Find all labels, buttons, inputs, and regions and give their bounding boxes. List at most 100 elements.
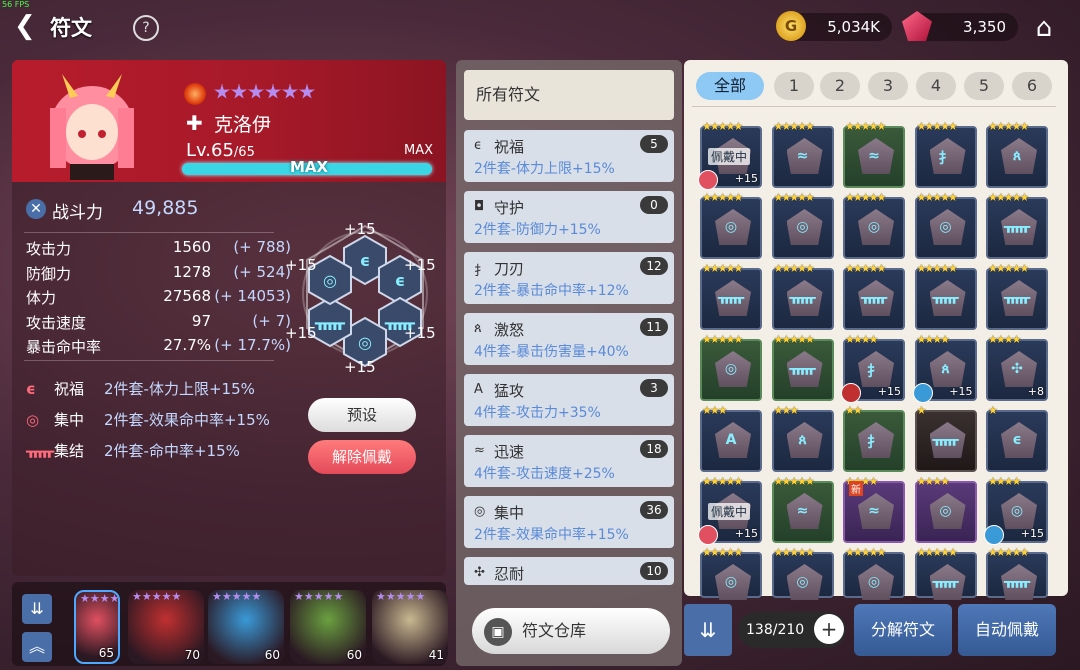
rune-item[interactable]: ★★★★★ ≈ (771, 120, 834, 188)
rune-set-item[interactable]: ◎ 集中 36 2件套-效果命中率+15% (464, 496, 674, 548)
rune-stars: ★★★★★ (702, 191, 743, 204)
rune-item[interactable]: ★★★ A (700, 404, 762, 472)
rune-item[interactable]: ★★★★★ 佩戴中 +15 (698, 120, 762, 190)
rune-item[interactable]: ★★★★ ጰ +15 (912, 333, 977, 403)
filter-tab-grade-6[interactable]: 6 (1012, 72, 1052, 100)
rune-item[interactable]: ★★★★★ ᚅ (771, 262, 834, 330)
rune-set-item[interactable]: ϵ 祝福 5 2件套-体力上限+15% (464, 130, 674, 182)
set-desc: 2件套-效果命中率+15% (474, 527, 629, 543)
rune-item[interactable]: ★★★★★ ᚅ (986, 546, 1048, 600)
rune-item[interactable]: ★★★★ ✣ +8 (986, 333, 1048, 401)
rune-item[interactable]: ★★ 扌 (843, 404, 905, 472)
rune-item[interactable]: ★★★★★ ጰ (986, 120, 1048, 188)
rune-item[interactable]: ★★★★★ ◎ (914, 191, 977, 259)
rune-item[interactable]: ★★★★★ ◎ (843, 191, 905, 259)
rune-item[interactable]: ★★★★★ ᚅ (914, 546, 977, 600)
roster-hero-slot[interactable]: ★★★★★ 70 (128, 590, 204, 664)
rune-item[interactable]: ★★★★★ ◎ (700, 333, 762, 401)
level-value: Lv.65 (186, 140, 234, 161)
rune-item[interactable]: ★★★★★ ᚅ (986, 191, 1048, 259)
sort-icon[interactable]: ⇊ (684, 604, 732, 656)
rune-item[interactable]: ★ ϵ (986, 404, 1048, 472)
set-icon: ϵ (26, 380, 36, 398)
rune-item[interactable]: ★★★★ ◎ (914, 475, 977, 543)
ruby-gem-icon (902, 11, 932, 41)
home-icon[interactable]: ⌂ (1028, 12, 1060, 44)
hero-name: 克洛伊 (214, 114, 272, 136)
filter-tab-grade-2[interactable]: 2 (820, 72, 860, 100)
filter-tab-grade-5[interactable]: 5 (964, 72, 1004, 100)
auto-equip-button[interactable]: 自动佩戴 (958, 604, 1056, 656)
preset-button[interactable]: 预设 (308, 398, 416, 432)
set-count: 5 (640, 135, 668, 153)
rune-glyph-icon: ᚅ (932, 290, 959, 306)
set-count: 11 (640, 318, 668, 336)
rune-item[interactable]: ★ ᚅ (914, 404, 977, 472)
stat-value: 1278 (172, 262, 211, 281)
rune-item[interactable]: ★★★★★ ◎ (771, 191, 834, 259)
fps-counter: 56 FPS (2, 0, 30, 9)
filter-tab-all[interactable]: 全部 (696, 72, 764, 100)
rune-item[interactable]: ★★★★★ ≈ (771, 475, 834, 543)
rune-set-item[interactable]: ✣ 忍耐 10 (464, 557, 674, 585)
rune-stars: ★★★ (702, 404, 728, 417)
slot-plus-4: +15 (344, 358, 376, 376)
rune-glyph-icon: ◎ (724, 361, 738, 377)
rune-set-item[interactable]: 扌刀刃 12 2件套-暴击命中率+12% (464, 252, 674, 304)
rune-item[interactable]: ★★★★ 扌 +15 (841, 333, 905, 403)
rune-item[interactable]: ★★★★★ ᚅ (843, 262, 905, 330)
owner-avatar (984, 525, 1004, 545)
rune-item[interactable]: ★★★★★ 佩戴中 +15 (698, 475, 762, 545)
rune-set-item[interactable]: ◘ 守护 0 2件套-防御力+15% (464, 191, 674, 243)
rune-stars: ★★★ (773, 404, 800, 417)
roster-hero-slot[interactable]: ★★★★★ 65 (74, 590, 120, 664)
hero-level: Lv.65/65 (186, 140, 255, 161)
roster-hero-slot[interactable]: ★★★★★ 60 (290, 590, 366, 664)
rune-item[interactable]: ★★★★★ 扌 (914, 120, 977, 188)
level-max: /65 (233, 145, 255, 160)
hero-level: 70 (184, 648, 200, 662)
expand-capacity-button[interactable]: + (814, 614, 844, 644)
stat-bonus: (+ 524) (233, 262, 291, 281)
divider (24, 360, 274, 361)
rune-set-item[interactable]: ጰ 激怒 11 4件套-暴击伤害量+40% (464, 313, 674, 365)
rune-item[interactable]: ★★★★★ ◎ (700, 546, 762, 600)
rune-enhance-level: +15 (877, 385, 901, 398)
rune-item[interactable]: ★★★★★ ◎ (771, 546, 834, 600)
rune-item[interactable]: ★★★★≈新 (843, 475, 905, 543)
slot-plus-6: +15 (285, 256, 317, 274)
rune-item[interactable]: ★★★★ ◎ +15 (984, 475, 1048, 545)
rune-item[interactable]: ★★★★★ ᚅ (914, 262, 977, 330)
rune-set-item[interactable]: ≈ 迅速 18 4件套-攻击速度+25% (464, 435, 674, 487)
rune-item[interactable]: ★★★★★ ◎ (700, 191, 762, 259)
roster-hero-slot[interactable]: ★★★★★ 41 (372, 590, 448, 664)
rune-glyph-icon: ◎ (1010, 503, 1024, 519)
unequip-button[interactable]: 解除佩戴 (308, 440, 416, 474)
set-icon: ◎ (474, 504, 486, 519)
rune-item[interactable]: ★★★★★ ᚅ (986, 262, 1048, 330)
filter-tab-grade-1[interactable]: 1 (774, 72, 814, 100)
filter-tab-grade-3[interactable]: 3 (868, 72, 908, 100)
all-runes-filter[interactable]: 所有符文 (464, 70, 674, 120)
back-icon[interactable]: ❮ (14, 12, 42, 40)
rune-set-item[interactable]: A 猛攻 3 4件套-攻击力+35% (464, 374, 674, 426)
rune-glyph-icon: ጰ (798, 432, 807, 448)
rune-stars: ★★★★ (916, 475, 950, 488)
sort-down-icon[interactable]: ⇊ (22, 594, 52, 624)
svg-text:ᚅ: ᚅ (314, 313, 346, 332)
rune-item[interactable]: ★★★★★ ≈ (843, 120, 905, 188)
rune-item[interactable]: ★★★★★ ᚅ (700, 262, 762, 330)
help-icon[interactable]: ? (133, 15, 159, 41)
rune-item[interactable]: ★★★★★ ᚅ (771, 333, 834, 401)
page-title: 符文 (50, 16, 92, 40)
set-name: 集结 (54, 442, 85, 460)
collapse-up-icon[interactable]: ︽ (22, 632, 52, 662)
set-count: 18 (640, 440, 668, 458)
rune-item[interactable]: ★★★★★ ◎ (843, 546, 905, 600)
roster-hero-slot[interactable]: ★★★★★ 60 (208, 590, 284, 664)
rune-stars: ★★★★★ (988, 262, 1029, 275)
decompose-rune-button[interactable]: 分解符文 (854, 604, 952, 656)
rune-item[interactable]: ★★★ ጰ (771, 404, 834, 472)
filter-tab-grade-4[interactable]: 4 (916, 72, 956, 100)
rune-slot-hexagon[interactable]: ϵϵᚅ ◎ ᚅ ◎ (290, 218, 440, 378)
